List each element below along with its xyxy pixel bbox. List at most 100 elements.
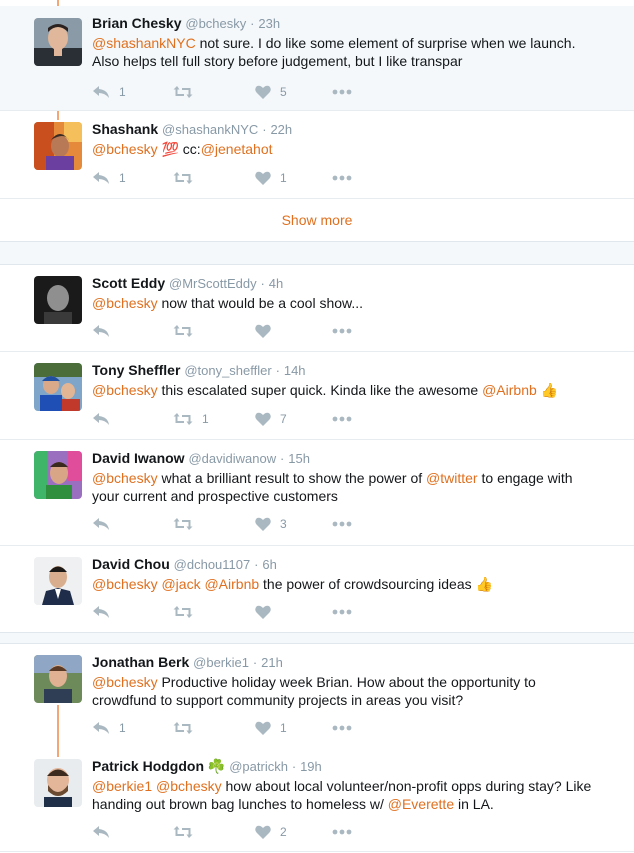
author-handle[interactable]: @shashankNYC xyxy=(162,122,258,137)
timestamp[interactable]: 21h xyxy=(261,655,283,670)
mention-link[interactable]: @Everette xyxy=(388,796,454,812)
retweet-button[interactable] xyxy=(173,323,202,339)
tweet[interactable]: Patrick Hodgdon ☘️ @patrickh · 19h @berk… xyxy=(0,749,634,849)
timestamp[interactable]: 23h xyxy=(258,16,280,31)
retweet-button[interactable] xyxy=(173,604,202,620)
author-name[interactable]: David Chou xyxy=(92,556,170,572)
avatar[interactable] xyxy=(34,18,82,66)
avatar[interactable] xyxy=(34,655,82,703)
reply-button[interactable] xyxy=(92,323,119,339)
more-button[interactable] xyxy=(332,84,352,100)
separator-dot: · xyxy=(275,363,280,378)
reply-button[interactable]: 1 xyxy=(92,84,126,100)
tweet[interactable]: Jonathan Berk @berkie1 · 21h @bchesky Pr… xyxy=(0,645,634,745)
more-icon xyxy=(332,175,352,181)
like-button[interactable] xyxy=(255,323,280,339)
more-button[interactable] xyxy=(332,824,352,840)
like-button[interactable]: 5 xyxy=(255,84,287,100)
mention-link[interactable]: @Airbnb xyxy=(204,576,259,592)
mention-link[interactable]: @bchesky xyxy=(92,470,158,486)
tweet[interactable]: David Iwanow @davidiwanow · 15h @bchesky… xyxy=(0,441,634,545)
like-button[interactable]: 7 xyxy=(255,411,287,427)
author-handle[interactable]: @davidiwanow xyxy=(188,451,276,466)
timestamp[interactable]: 6h xyxy=(262,557,276,572)
author-handle[interactable]: @tony_sheffler xyxy=(184,363,271,378)
like-button[interactable]: 1 xyxy=(255,720,287,736)
reply-icon xyxy=(92,171,110,185)
author-handle[interactable]: @patrickh xyxy=(229,759,288,774)
avatar[interactable] xyxy=(34,122,82,170)
more-button[interactable] xyxy=(332,516,352,532)
mention-link[interactable]: @bchesky xyxy=(156,778,222,794)
show-more-link[interactable]: Show more xyxy=(0,199,634,241)
author-name[interactable]: Scott Eddy xyxy=(92,275,165,291)
more-button[interactable] xyxy=(332,720,352,736)
mention-link[interactable]: @bchesky xyxy=(92,295,158,311)
avatar[interactable] xyxy=(34,276,82,324)
tweet[interactable]: David Chou @dchou1107 · 6h @bchesky @jac… xyxy=(0,547,634,631)
timestamp[interactable]: 4h xyxy=(269,276,283,291)
mention-link[interactable]: @Airbnb xyxy=(482,382,537,398)
mention-link[interactable]: @bchesky xyxy=(92,141,158,157)
mention-link[interactable]: @bchesky xyxy=(92,576,158,592)
reply-button[interactable] xyxy=(92,516,119,532)
reply-button[interactable]: 1 xyxy=(92,720,126,736)
avatar[interactable] xyxy=(34,557,82,605)
author-handle[interactable]: @MrScottEddy xyxy=(169,276,257,291)
avatar[interactable] xyxy=(34,759,82,807)
reply-button[interactable] xyxy=(92,824,119,840)
author-handle[interactable]: @berkie1 xyxy=(193,655,249,670)
reply-button[interactable] xyxy=(92,604,119,620)
mention-link[interactable]: @berkie1 xyxy=(92,778,152,794)
mention-link[interactable]: @jack xyxy=(161,576,200,592)
tweet-text-segment: 💯 cc: xyxy=(157,141,201,157)
heart-icon xyxy=(255,825,271,839)
more-icon xyxy=(332,89,352,95)
retweet-button[interactable] xyxy=(173,84,202,100)
tweet[interactable]: Shashank @shashankNYC · 22h @bchesky 💯 c… xyxy=(0,112,634,196)
mention-link[interactable]: @jenetahot xyxy=(201,141,273,157)
reply-button[interactable] xyxy=(92,411,119,427)
like-button[interactable] xyxy=(255,604,280,620)
like-button[interactable]: 2 xyxy=(255,824,287,840)
retweet-button[interactable] xyxy=(173,824,202,840)
more-button[interactable] xyxy=(332,604,352,620)
tweet[interactable]: Tony Sheffler @tony_sheffler · 14h @bche… xyxy=(0,353,634,439)
retweet-button[interactable] xyxy=(173,720,202,736)
mention-link[interactable]: @shashankNYC xyxy=(92,35,196,51)
tweet-text-segment: in LA. xyxy=(454,796,494,812)
tweet[interactable]: Brian Chesky @bchesky · 23h @shashankNYC… xyxy=(0,6,634,110)
tweet[interactable]: Scott Eddy @MrScottEddy · 4h @bchesky no… xyxy=(0,266,634,350)
more-button[interactable] xyxy=(332,170,352,186)
author-name[interactable]: Jonathan Berk xyxy=(92,654,189,670)
more-button[interactable] xyxy=(332,323,352,339)
more-button[interactable] xyxy=(332,411,352,427)
retweet-button[interactable] xyxy=(173,170,202,186)
timestamp[interactable]: 22h xyxy=(270,122,292,137)
timestamp[interactable]: 14h xyxy=(284,363,306,378)
tweet-text-segment: 👍 xyxy=(536,382,559,398)
author-name[interactable]: David Iwanow xyxy=(92,450,185,466)
avatar[interactable] xyxy=(34,363,82,411)
retweet-button[interactable] xyxy=(173,516,202,532)
action-bar: 1 1 xyxy=(92,170,372,186)
author-name[interactable]: Brian Chesky xyxy=(92,15,181,31)
like-button[interactable]: 3 xyxy=(255,516,287,532)
mention-link[interactable]: @bchesky xyxy=(92,674,158,690)
avatar[interactable] xyxy=(34,451,82,499)
mention-link[interactable]: @twitter xyxy=(426,470,478,486)
like-button[interactable]: 1 xyxy=(255,170,287,186)
reply-button[interactable]: 1 xyxy=(92,170,126,186)
timestamp[interactable]: 19h xyxy=(300,759,322,774)
author-name[interactable]: Patrick Hodgdon ☘️ xyxy=(92,758,225,774)
divider xyxy=(0,851,634,852)
mention-link[interactable]: @bchesky xyxy=(92,382,158,398)
author-name[interactable]: Tony Sheffler xyxy=(92,362,180,378)
author-handle[interactable]: @bchesky xyxy=(185,16,246,31)
author-handle[interactable]: @dchou1107 xyxy=(174,557,251,572)
more-icon xyxy=(332,725,352,731)
retweet-button[interactable]: 1 xyxy=(173,411,209,427)
timestamp[interactable]: 15h xyxy=(288,451,310,466)
reply-count: 1 xyxy=(119,721,126,735)
author-name[interactable]: Shashank xyxy=(92,121,158,137)
